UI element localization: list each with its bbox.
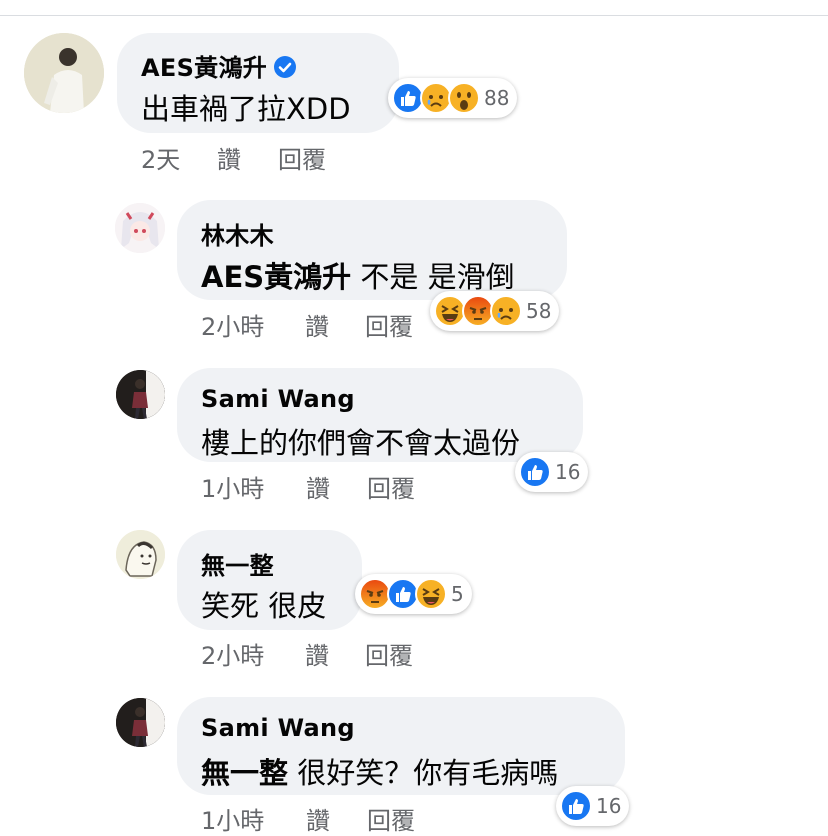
avatar-photo-icon bbox=[116, 698, 165, 747]
haha-reaction-icon bbox=[415, 578, 447, 610]
reaction-summary[interactable]: 88 bbox=[388, 78, 518, 118]
avatar[interactable] bbox=[116, 698, 165, 747]
comment-timestamp[interactable]: 1小時 bbox=[201, 469, 264, 504]
reaction-summary[interactable]: 5 bbox=[355, 574, 472, 614]
sad-reaction-icon bbox=[490, 295, 522, 327]
reply-button[interactable]: 回覆 bbox=[365, 636, 413, 671]
verified-badge-icon bbox=[274, 56, 297, 78]
like-reaction-icon bbox=[560, 790, 592, 822]
reaction-summary[interactable]: 16 bbox=[556, 786, 630, 826]
comment-text: 出車禍了拉XDD bbox=[141, 92, 351, 126]
cartoon-avatar-icon bbox=[116, 530, 165, 579]
comment-text: 樓上的你們會不會太過份 bbox=[201, 426, 521, 460]
comment-text: AES黃鴻升 不是 是滑倒 bbox=[201, 254, 515, 296]
mention-link[interactable]: AES黃鴻升 bbox=[201, 260, 351, 294]
avatar[interactable] bbox=[115, 203, 165, 253]
reaction-summary[interactable]: 58 bbox=[430, 291, 560, 331]
reaction-count: 58 bbox=[526, 299, 552, 323]
comment-timestamp[interactable]: 2天 bbox=[141, 140, 180, 175]
reply-button[interactable]: 回覆 bbox=[365, 307, 413, 342]
comment-author[interactable]: AES黃鴻升 bbox=[141, 48, 297, 83]
avatar-photo-icon bbox=[24, 33, 104, 113]
like-button[interactable]: 讚 bbox=[217, 140, 241, 175]
like-reaction-icon bbox=[519, 456, 551, 488]
comment-author[interactable]: 無一整 bbox=[201, 546, 274, 581]
like-button[interactable]: 讚 bbox=[306, 469, 330, 504]
reaction-summary[interactable]: 16 bbox=[515, 452, 589, 492]
reply-button[interactable]: 回覆 bbox=[367, 469, 415, 504]
comment-author[interactable]: Sami Wang bbox=[201, 714, 355, 742]
top-divider bbox=[0, 15, 828, 16]
like-button[interactable]: 讚 bbox=[306, 801, 330, 836]
reply-button[interactable]: 回覆 bbox=[278, 140, 326, 175]
avatar[interactable] bbox=[116, 370, 165, 419]
like-button[interactable]: 讚 bbox=[305, 636, 329, 671]
author-name[interactable]: AES黃鴻升 bbox=[141, 54, 267, 82]
reaction-count: 5 bbox=[451, 582, 464, 606]
avatar[interactable] bbox=[24, 33, 104, 113]
comment-text-body: 很好笑？你有毛病嗎 bbox=[288, 756, 559, 790]
mention-link[interactable]: 無一整 bbox=[201, 756, 288, 790]
comment-author[interactable]: 林木木 bbox=[201, 216, 274, 251]
reaction-count: 88 bbox=[484, 86, 510, 110]
comment-timestamp[interactable]: 1小時 bbox=[201, 801, 264, 836]
avatar[interactable] bbox=[116, 530, 165, 579]
reaction-count: 16 bbox=[596, 794, 622, 818]
reaction-count: 16 bbox=[555, 460, 581, 484]
like-button[interactable]: 讚 bbox=[305, 307, 329, 342]
wow-reaction-icon bbox=[448, 82, 480, 114]
comment-author[interactable]: Sami Wang bbox=[201, 385, 355, 413]
comment-text: 笑死 很皮 bbox=[201, 589, 327, 623]
comment-text-body: 不是 是滑倒 bbox=[351, 260, 515, 294]
comment-timestamp[interactable]: 2小時 bbox=[201, 307, 264, 342]
anime-avatar-icon bbox=[115, 203, 165, 253]
avatar-photo-icon bbox=[116, 370, 165, 419]
reply-button[interactable]: 回覆 bbox=[367, 801, 415, 836]
comment-timestamp[interactable]: 2小時 bbox=[201, 636, 264, 671]
comment-text: 無一整 很好笑？你有毛病嗎 bbox=[201, 750, 558, 792]
